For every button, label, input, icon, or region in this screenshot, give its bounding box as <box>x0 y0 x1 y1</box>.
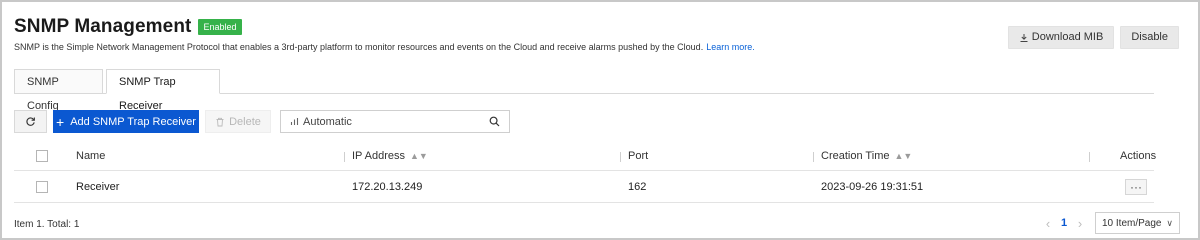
header-actions: Download MIB Disable <box>1007 26 1179 49</box>
refresh-icon <box>26 117 35 126</box>
column-divider[interactable] <box>813 152 814 162</box>
select-all-checkbox[interactable] <box>36 150 48 162</box>
receiver-creation-time: 2023-09-26 19:31:51 <box>821 180 924 193</box>
row-select-cell <box>36 171 48 202</box>
row-checkbox[interactable] <box>36 180 48 193</box>
receiver-ip: 172.20.13.249 <box>352 180 423 193</box>
refresh-button[interactable] <box>14 110 47 133</box>
search-input[interactable]: Automatic <box>280 110 510 133</box>
tab-bar: SNMP Config SNMP Trap Receiver <box>14 69 1154 112</box>
select-all-cell <box>36 142 48 170</box>
more-actions-button[interactable]: ··· <box>1125 178 1147 195</box>
pagination: ‹ 1 › 10 Item/Page ∨ <box>1041 212 1180 234</box>
add-button-label: Add SNMP Trap Receiver <box>70 115 196 128</box>
previous-page-icon[interactable]: ‹ <box>1041 216 1055 231</box>
sort-icon[interactable]: ▲▼ <box>410 151 428 161</box>
column-header-actions: Actions <box>1120 142 1156 170</box>
table-header: Name IP Address ▲▼ Port Creation Time ▲▼… <box>14 142 1156 171</box>
disable-button[interactable]: Disable <box>1120 26 1179 49</box>
next-page-icon[interactable]: › <box>1073 216 1087 231</box>
download-mib-label: Download MIB <box>1031 31 1104 43</box>
trap-receiver-table: Name IP Address ▲▼ Port Creation Time ▲▼… <box>14 142 1156 203</box>
page-size-value: 10 Item/Page <box>1102 217 1162 229</box>
page-description: SNMP is the Simple Network Management Pr… <box>14 42 755 52</box>
column-divider[interactable] <box>1089 152 1090 162</box>
column-creation-time-label: Creation Time <box>821 150 890 162</box>
description-text: SNMP is the Simple Network Management Pr… <box>14 42 704 52</box>
learn-more-link[interactable]: Learn more. <box>706 42 755 52</box>
tab-snmp-trap-receiver[interactable]: SNMP Trap Receiver <box>106 69 220 112</box>
delete-button[interactable]: Delete <box>205 110 271 133</box>
column-header-ip-address[interactable]: IP Address ▲▼ <box>352 142 428 170</box>
download-icon <box>1020 33 1028 42</box>
column-header-port: Port <box>628 142 648 170</box>
column-divider[interactable] <box>344 152 345 162</box>
row-actions-cell: ··· <box>1125 171 1147 202</box>
column-header-name: Name <box>76 142 105 170</box>
column-port-label: Port <box>628 150 649 162</box>
bar-chart-icon <box>290 118 299 125</box>
snmp-management-panel: SNMP Management Enabled SNMP is the Simp… <box>0 0 1200 240</box>
column-ip-label: IP Address <box>352 150 405 162</box>
toolbar: + Add SNMP Trap Receiver Delete Automati… <box>14 110 510 133</box>
chevron-down-icon: ∨ <box>1166 217 1173 228</box>
column-name-label: Name <box>76 150 106 162</box>
trash-icon <box>216 117 224 126</box>
search-value: Automatic <box>303 115 352 128</box>
sort-icon[interactable]: ▲▼ <box>894 151 912 161</box>
table-row: Receiver 172.20.13.249 162 2023-09-26 19… <box>14 171 1154 203</box>
tab-snmp-config[interactable]: SNMP Config <box>14 69 103 112</box>
page-title: SNMP Management <box>14 16 192 37</box>
column-actions-label: Actions <box>1120 150 1157 162</box>
add-snmp-trap-receiver-button[interactable]: + Add SNMP Trap Receiver <box>53 110 199 133</box>
plus-icon: + <box>56 113 65 130</box>
page-header: SNMP Management Enabled <box>14 16 242 38</box>
page-size-select[interactable]: 10 Item/Page ∨ <box>1095 212 1180 234</box>
column-header-creation-time[interactable]: Creation Time ▲▼ <box>821 142 912 170</box>
download-mib-button[interactable]: Download MIB <box>1007 26 1115 49</box>
disable-label: Disable <box>1131 31 1168 43</box>
pagination-summary: Item 1. Total: 1 <box>14 219 80 230</box>
receiver-port: 162 <box>628 180 647 193</box>
search-icon[interactable] <box>489 116 500 127</box>
delete-label: Delete <box>229 115 261 128</box>
column-divider[interactable] <box>620 152 621 162</box>
status-badge: Enabled <box>198 19 242 35</box>
page-number[interactable]: 1 <box>1055 217 1073 229</box>
receiver-name: Receiver <box>76 180 120 193</box>
